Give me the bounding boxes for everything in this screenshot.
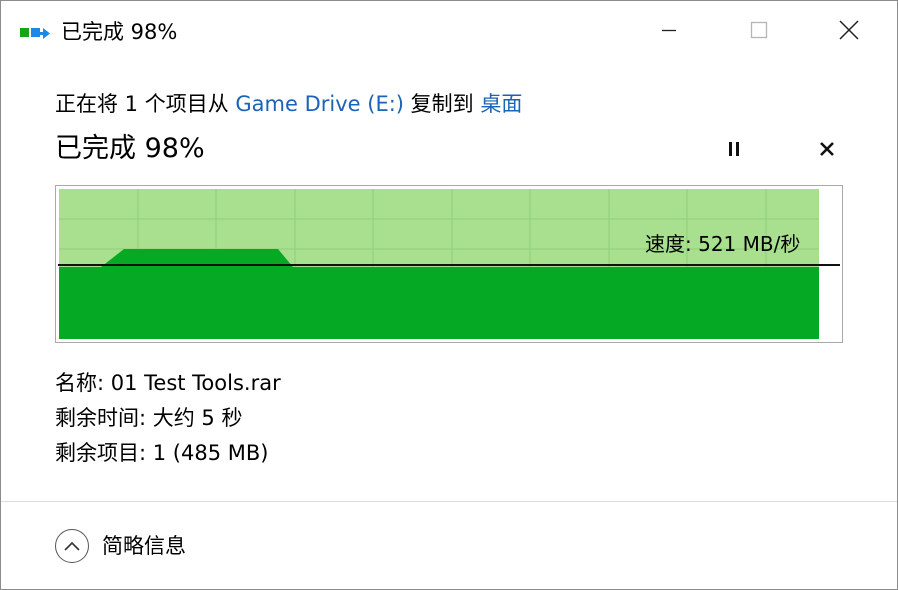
copy-prefix: 正在将 1 个项目从 <box>55 92 236 116</box>
progress-title: 已完成 98% <box>55 133 205 164</box>
pause-icon <box>726 140 742 162</box>
pause-button[interactable] <box>719 137 749 165</box>
file-name: 名称: 01 Test Tools.rar <box>55 371 281 395</box>
items-remaining: 剩余项目: 1 (485 MB) <box>55 441 269 465</box>
cancel-button[interactable] <box>812 137 842 165</box>
maximize-icon <box>749 20 769 44</box>
minimize-icon <box>659 20 679 44</box>
cancel-icon <box>818 140 836 162</box>
close-icon <box>838 19 860 45</box>
title-bar[interactable]: 已完成 98% <box>1 1 897 63</box>
copy-progress-dialog: 已完成 98% 正在将 1 个项目从 Game Drive (E:) 复制到 桌… <box>0 0 898 590</box>
time-remaining: 剩余时间: 大约 5 秒 <box>55 406 243 430</box>
close-button[interactable] <box>804 1 894 63</box>
copy-middle: 复制到 <box>403 92 481 116</box>
destination-link[interactable]: 桌面 <box>480 92 522 116</box>
source-link[interactable]: Game Drive (E:) <box>235 92 404 116</box>
maximize-button[interactable] <box>714 1 804 63</box>
copy-file-icon <box>19 24 51 44</box>
minimize-button[interactable] <box>624 1 714 63</box>
speed-graph <box>55 185 843 343</box>
copy-description: 正在将 1 个项目从 Game Drive (E:) 复制到 桌面 <box>55 89 522 119</box>
fewer-details-label: 简略信息 <box>102 534 186 558</box>
speed-graph-canvas <box>58 189 840 339</box>
fewer-details-toggle[interactable]: 简略信息 <box>55 526 186 566</box>
speed-label: 速度: 521 MB/秒 <box>645 232 801 256</box>
window-title: 已完成 98% <box>61 20 178 44</box>
chevron-up-icon <box>55 529 89 563</box>
